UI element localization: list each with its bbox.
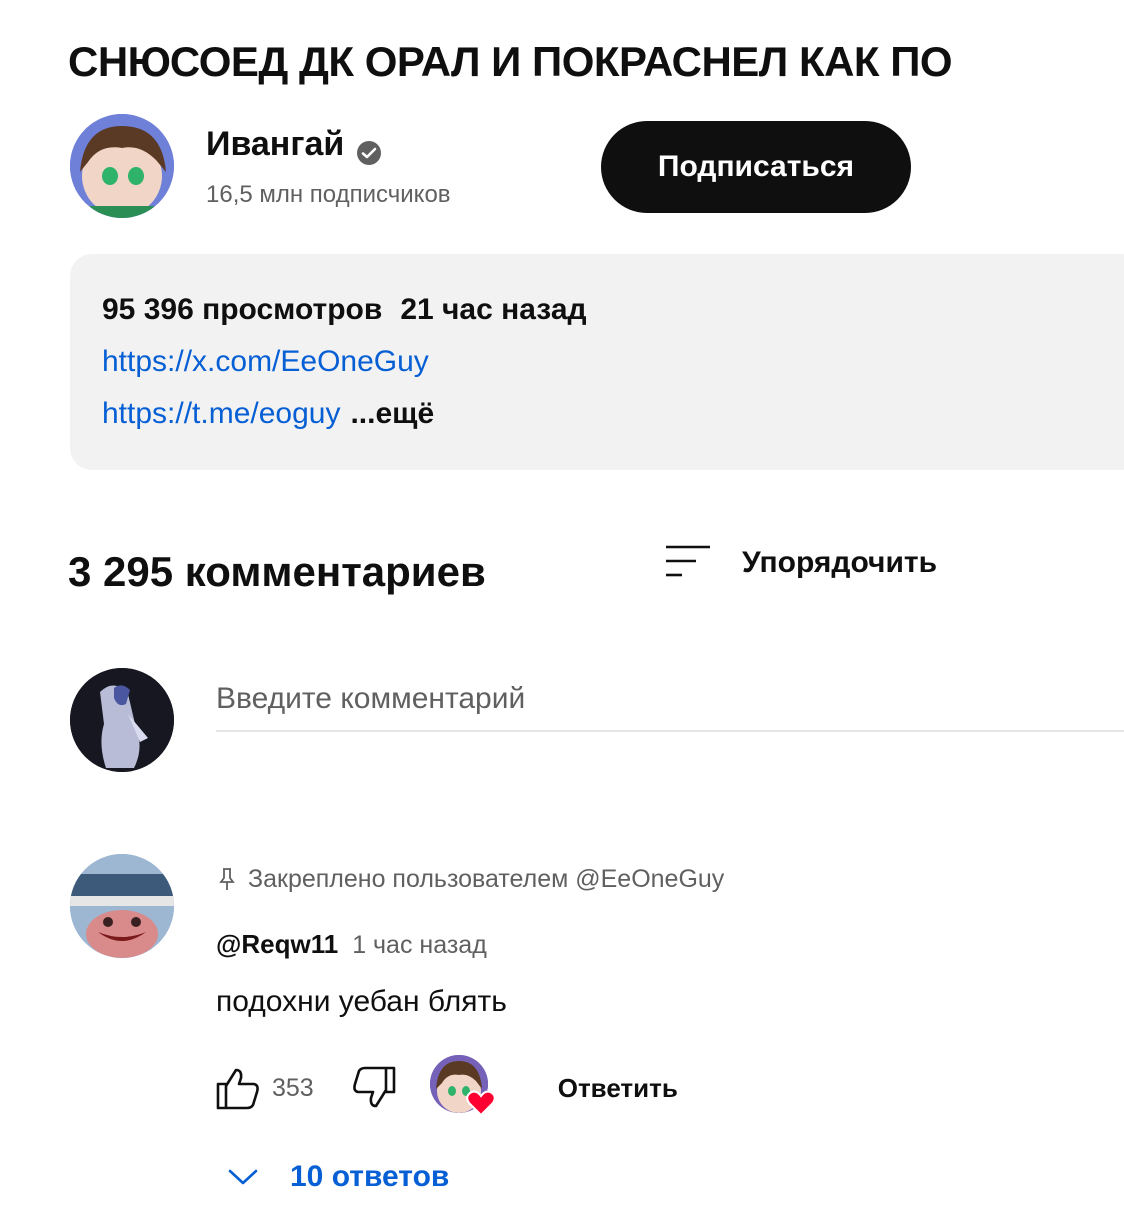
comment-header: @Reqw11 1 час назад	[216, 924, 487, 965]
thumbs-up-icon	[216, 1068, 259, 1110]
comment-text: подохни уебан блять	[216, 985, 507, 1018]
dislike-button[interactable]	[348, 1062, 400, 1114]
video-title: СНЮСОЕД ДК ОРАЛ И ПОКРАСНЕЛ КАК ПО	[68, 38, 953, 85]
verified-check-icon	[356, 131, 382, 165]
comment-input[interactable]	[216, 668, 1124, 732]
user-avatar	[70, 668, 174, 772]
description-meta: 95 396 просмотров 21 час назад	[102, 290, 587, 330]
sort-label: Упорядочить	[742, 546, 938, 579]
subscriber-count: 16,5 млн подписчиков	[206, 181, 451, 208]
heart-icon	[465, 1089, 496, 1117]
commenter-avatar[interactable]	[70, 854, 174, 958]
comment-actions: 353 Ответить	[212, 1055, 678, 1121]
like-count: 353	[272, 1073, 314, 1102]
sort-icon	[664, 541, 712, 585]
pinned-label: Закреплено пользователем @EeOneGuy	[248, 864, 725, 893]
description-link-x[interactable]: https://x.com/EeOneGuy	[102, 342, 429, 382]
channel-name-row[interactable]: Ивангай	[206, 120, 382, 168]
comment-timestamp[interactable]: 1 час назад	[352, 925, 487, 965]
commenter-avatar-image	[70, 854, 174, 958]
chevron-down-icon	[226, 1166, 260, 1188]
pinned-label-row: Закреплено пользователем @EeOneGuy	[218, 860, 724, 898]
view-count: 95 396 просмотров	[102, 293, 383, 326]
pin-icon	[218, 867, 236, 891]
thumbs-down-icon	[352, 1066, 396, 1108]
creator-heart-badge	[429, 1055, 496, 1121]
replies-label: 10 ответов	[290, 1160, 450, 1193]
description-link-telegram[interactable]: https://t.me/eoguy	[102, 394, 340, 434]
user-avatar-image	[70, 668, 174, 772]
channel-avatar[interactable]	[70, 114, 174, 218]
reply-button[interactable]: Ответить	[558, 1068, 678, 1108]
like-button[interactable]	[212, 1062, 264, 1114]
replies-toggle[interactable]: 10 ответов	[226, 1152, 449, 1202]
publish-time: 21 час назад	[400, 293, 587, 326]
subscribe-button[interactable]: Подписаться	[601, 121, 911, 213]
channel-name[interactable]: Ивангай	[206, 120, 344, 168]
sort-button[interactable]: Упорядочить	[664, 538, 937, 588]
description-link-row: https://t.me/eoguy ...ещё	[102, 394, 434, 434]
show-more-button[interactable]: ...ещё	[350, 394, 434, 434]
comments-count: 3 295 комментариев	[68, 548, 486, 595]
channel-avatar-image	[70, 114, 174, 218]
description-box[interactable]: 95 396 просмотров 21 час назад https://x…	[70, 254, 1124, 470]
comment-author[interactable]: @Reqw11	[216, 924, 338, 964]
